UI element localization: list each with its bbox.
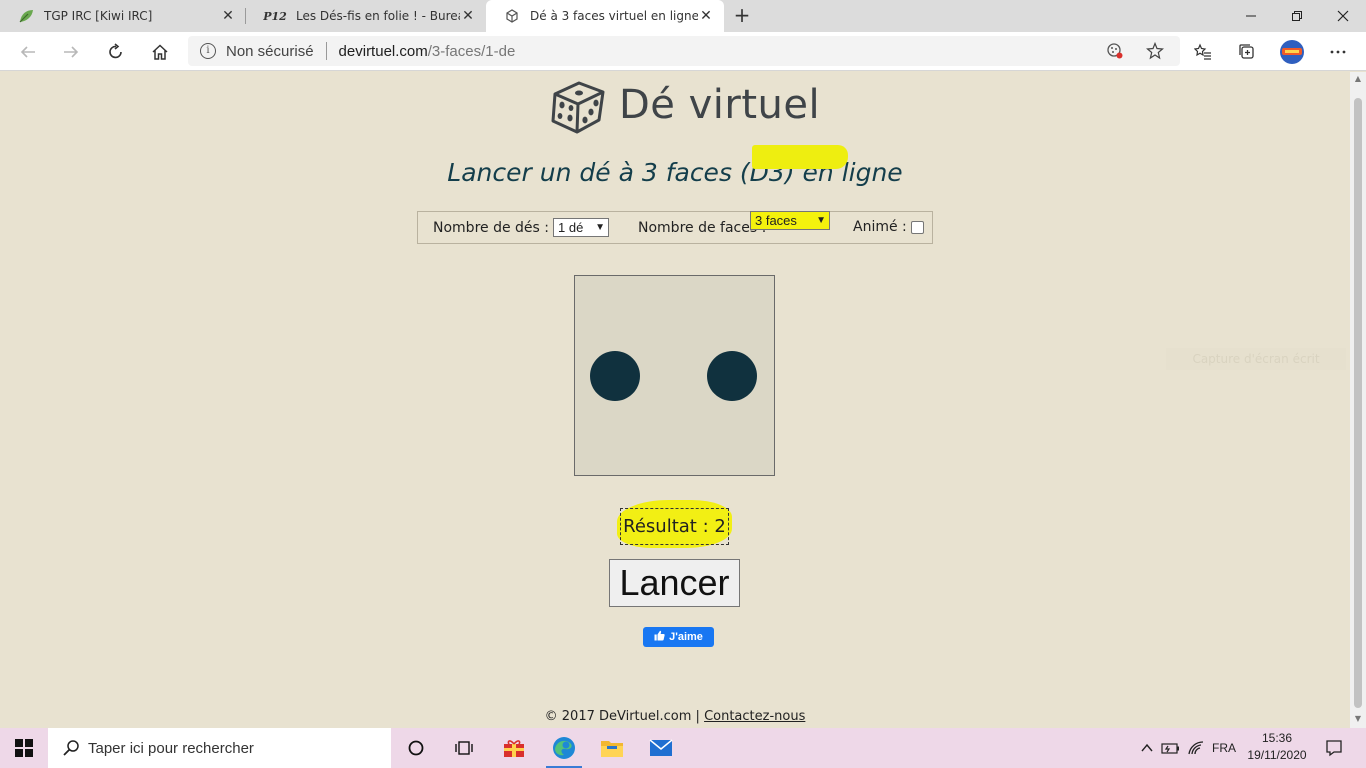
close-tab-icon[interactable]: ✕ bbox=[698, 8, 714, 24]
wifi-icon[interactable] bbox=[1185, 728, 1207, 768]
tracking-prevention-icon[interactable] bbox=[1106, 42, 1124, 60]
tab-kiwi-irc[interactable]: TGP IRC [Kiwi IRC] ✕ bbox=[0, 0, 246, 32]
roll-button[interactable]: Lancer bbox=[609, 559, 740, 607]
navigation-bar: i Non sécurisé devirtuel.com/3-faces/1-d… bbox=[0, 32, 1366, 71]
chevron-up-icon[interactable] bbox=[1137, 728, 1157, 768]
scroll-up-icon[interactable]: ▲ bbox=[1353, 74, 1363, 83]
footer: © 2017 DeVirtuel.com | Contactez-nous bbox=[0, 709, 1350, 724]
animated-label: Animé : bbox=[853, 219, 907, 235]
tab-de-virtuel[interactable]: Dé à 3 faces virtuel en ligne - D3 ✕ bbox=[486, 0, 724, 32]
favorite-star-icon[interactable] bbox=[1146, 42, 1164, 60]
dice-count-label: Nombre de dés : bbox=[433, 219, 549, 236]
like-label: J'aime bbox=[669, 631, 703, 643]
dice-logo-icon bbox=[549, 78, 607, 136]
thumbs-up-icon bbox=[654, 630, 665, 644]
collections-icon[interactable] bbox=[1233, 38, 1261, 66]
tab-title: TGP IRC [Kiwi IRC] bbox=[44, 9, 153, 23]
url-host: devirtuel.com bbox=[338, 42, 428, 60]
close-tab-icon[interactable]: ✕ bbox=[220, 8, 236, 24]
tab-title: Les Dés-fis en folie ! - Bureau de bbox=[296, 9, 460, 23]
mail-icon[interactable] bbox=[637, 728, 685, 768]
animated-option: Animé : bbox=[853, 219, 924, 235]
dice-icon bbox=[504, 8, 520, 24]
clock-date: 19/11/2020 bbox=[1247, 748, 1307, 762]
close-tab-icon[interactable]: ✕ bbox=[460, 8, 476, 24]
task-view-icon[interactable] bbox=[440, 728, 488, 768]
info-icon[interactable]: i bbox=[200, 43, 216, 59]
faces-label: Nombre de faces : bbox=[638, 219, 767, 236]
scroll-down-icon[interactable]: ▼ bbox=[1353, 714, 1363, 723]
edge-browser-icon[interactable] bbox=[540, 728, 588, 768]
taskbar: Taper ici pour rechercher FRA 15:36 19/1… bbox=[0, 728, 1366, 768]
leaf-icon bbox=[18, 8, 34, 24]
notifications-icon[interactable] bbox=[1318, 728, 1350, 768]
highlight-mark bbox=[752, 145, 848, 169]
page-subtitle: Lancer un dé à 3 faces (D3) en ligne bbox=[447, 158, 903, 187]
die-pip bbox=[590, 351, 640, 401]
back-icon[interactable] bbox=[14, 38, 42, 66]
chevron-down-icon: ▼ bbox=[595, 222, 605, 233]
ghost-notification: Capture d'écran écrit bbox=[1166, 348, 1346, 370]
profile-avatar[interactable] bbox=[1278, 38, 1306, 66]
home-icon[interactable] bbox=[146, 38, 174, 66]
address-divider bbox=[325, 42, 327, 60]
clock-time: 15:36 bbox=[1261, 731, 1293, 745]
minimize-icon[interactable] bbox=[1228, 0, 1274, 32]
tab-title: Dé à 3 faces virtuel en ligne - D3 bbox=[530, 9, 698, 23]
die-pip bbox=[707, 351, 757, 401]
tab-des-fis[interactable]: P12 Les Dés-fis en folie ! - Bureau de ✕ bbox=[246, 0, 486, 32]
tab-bar: TGP IRC [Kiwi IRC] ✕ P12 Les Dés-fis en … bbox=[0, 0, 1366, 32]
p12-icon: P12 bbox=[263, 9, 287, 23]
language-indicator[interactable]: FRA bbox=[1210, 728, 1238, 768]
faces-select-wrap: 3 faces ▼ bbox=[750, 211, 830, 230]
page-scrollbar[interactable]: ▲ ▼ bbox=[1350, 72, 1366, 728]
dice-count-select[interactable]: 1 dé ▼ bbox=[553, 218, 609, 237]
new-tab-button[interactable]: + bbox=[730, 4, 754, 28]
gift-app-icon[interactable] bbox=[490, 728, 538, 768]
battery-icon[interactable] bbox=[1160, 728, 1182, 768]
windows-start-icon[interactable] bbox=[0, 728, 48, 768]
copyright-text: © 2017 DeVirtuel.com | bbox=[544, 709, 700, 724]
faces-select[interactable]: 3 faces ▼ bbox=[750, 211, 830, 230]
file-explorer-icon[interactable] bbox=[588, 728, 636, 768]
animated-checkbox[interactable] bbox=[910, 220, 924, 234]
refresh-icon[interactable] bbox=[102, 38, 130, 66]
contact-link[interactable]: Contactez-nous bbox=[704, 709, 805, 724]
favorites-icon[interactable] bbox=[1189, 38, 1217, 66]
search-icon bbox=[62, 739, 80, 761]
security-label: Non sécurisé bbox=[226, 42, 314, 60]
system-clock[interactable]: 15:36 19/11/2020 bbox=[1244, 730, 1310, 764]
url-path: /3-faces/1-de bbox=[427, 42, 516, 60]
chevron-down-icon: ▼ bbox=[816, 215, 826, 226]
taskbar-search[interactable]: Taper ici pour rechercher bbox=[48, 728, 391, 768]
address-bar[interactable]: i Non sécurisé devirtuel.com/3-faces/1-d… bbox=[188, 36, 1180, 66]
scroll-thumb[interactable] bbox=[1354, 98, 1362, 708]
die-face bbox=[574, 275, 775, 476]
faces-value: 3 faces bbox=[755, 213, 797, 228]
close-window-icon[interactable] bbox=[1320, 0, 1366, 32]
site-title: Dé virtuel bbox=[619, 82, 821, 128]
restore-icon[interactable] bbox=[1274, 0, 1320, 32]
facebook-like-button[interactable]: J'aime bbox=[643, 627, 714, 647]
dice-count-value: 1 dé bbox=[558, 220, 584, 235]
forward-icon[interactable] bbox=[57, 38, 85, 66]
cortana-icon[interactable] bbox=[392, 728, 440, 768]
search-placeholder: Taper ici pour rechercher bbox=[88, 739, 254, 757]
result-box: Résultat : 2 bbox=[620, 508, 729, 545]
more-menu-icon[interactable] bbox=[1324, 38, 1352, 66]
